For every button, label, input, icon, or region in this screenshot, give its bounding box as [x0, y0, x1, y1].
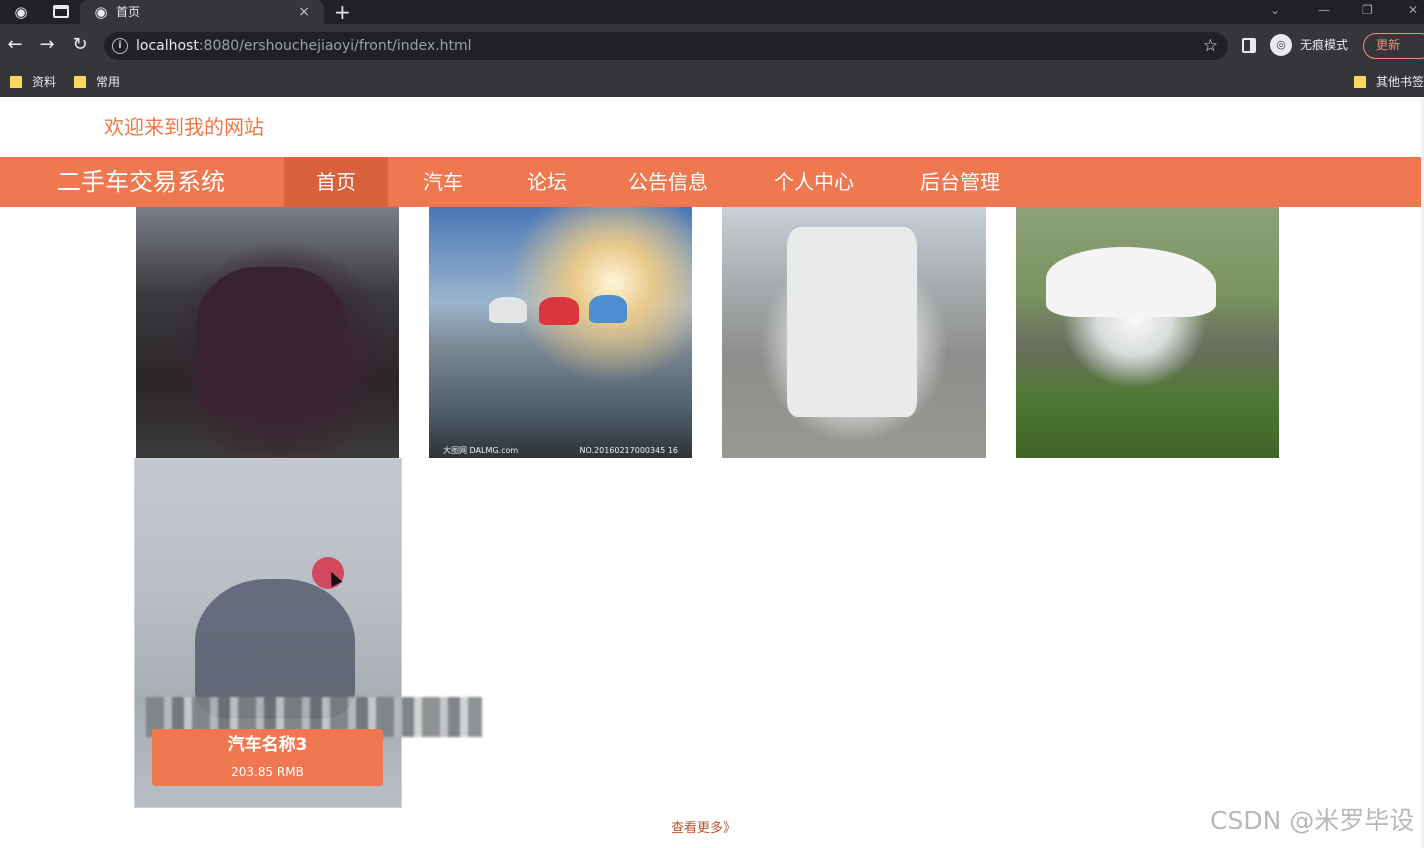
browser-toolbar: ← → ↻ i localhost:8080/ershouchejiaoyi/f…: [0, 24, 1424, 68]
car-image-card[interactable]: [1016, 207, 1279, 458]
car-price: 203.85 RMB: [231, 765, 304, 779]
address-bar[interactable]: i localhost:8080/ershouchejiaoyi/front/i…: [104, 32, 1228, 60]
incognito-icon: ◎: [1270, 34, 1292, 56]
update-button[interactable]: 更新: [1363, 33, 1424, 59]
info-icon[interactable]: i: [112, 38, 128, 54]
chevron-down-icon[interactable]: ⌄: [1270, 2, 1280, 18]
url-text[interactable]: localhost:8080/ershouchejiaoyi/front/ind…: [136, 37, 472, 55]
watermark: CSDN @米罗毕设: [1210, 806, 1415, 835]
globe-icon: ◉: [94, 3, 108, 21]
main-navbar: 二手车交易系统 首页 汽车 论坛 公告信息 个人中心 后台管理: [0, 157, 1421, 207]
globe-icon[interactable]: ◉: [12, 3, 30, 21]
forward-icon[interactable]: →: [36, 34, 58, 56]
car-image-card[interactable]: 大图网 DALMG.com NO.20160217000345 16: [429, 207, 692, 458]
new-tab-button[interactable]: +: [334, 1, 351, 23]
car-image-card[interactable]: [136, 207, 399, 458]
car-name: 汽车名称3: [227, 735, 308, 755]
car-info-box[interactable]: 汽车名称3 203.85 RMB: [152, 729, 383, 786]
back-icon[interactable]: ←: [4, 34, 26, 56]
car-image: [539, 297, 579, 325]
tab-strip: ◉ ◉ 首页 × + ⌄ — ❐ ✕: [0, 0, 1424, 24]
nav-item-home[interactable]: 首页: [284, 157, 388, 207]
bookmark-folder[interactable]: 资料: [10, 74, 56, 90]
web-page: 欢迎来到我的网站 二手车交易系统 首页 汽车 论坛 公告信息 个人中心 后台管理…: [0, 97, 1424, 848]
nav-item-announcements[interactable]: 公告信息: [614, 157, 722, 207]
folder-icon: [10, 76, 22, 88]
tab-home[interactable]: ◉ 首页 ×: [80, 0, 324, 24]
folder-icon: [1354, 76, 1366, 88]
tab-title: 首页: [116, 5, 141, 19]
bookmark-label: 资料: [32, 75, 57, 89]
close-window-icon[interactable]: ✕: [1408, 2, 1418, 18]
site-brand[interactable]: 二手车交易系统: [57, 166, 225, 198]
car-image: [196, 267, 346, 417]
minimize-icon[interactable]: —: [1318, 2, 1330, 18]
car-image-card[interactable]: [722, 207, 986, 458]
view-more-link[interactable]: 查看更多》: [671, 820, 736, 838]
car-image: [787, 227, 917, 417]
nav-item-cars[interactable]: 汽车: [400, 157, 486, 207]
image-caption: 大图网 DALMG.com: [443, 446, 519, 455]
side-panel-icon[interactable]: [1242, 38, 1256, 53]
welcome-text: 欢迎来到我的网站: [104, 115, 264, 139]
bookmark-folder-other[interactable]: 其他书签: [1354, 74, 1424, 90]
reload-icon[interactable]: ↻: [69, 34, 91, 56]
star-icon[interactable]: ☆: [1203, 35, 1218, 57]
car-image: [489, 297, 527, 323]
folder-icon: [74, 76, 86, 88]
close-icon[interactable]: ×: [298, 3, 310, 21]
car-image: [589, 295, 627, 323]
window-icon[interactable]: [53, 5, 69, 18]
bookmark-folder[interactable]: 常用: [74, 74, 120, 90]
incognito-label: 无痕模式: [1300, 38, 1349, 52]
url-path: :8080/ershouchejiaoyi/front/index.html: [198, 38, 472, 54]
image-caption: NO.20160217000345 16: [579, 446, 678, 455]
restore-icon[interactable]: ❐: [1362, 2, 1373, 18]
nav-item-admin[interactable]: 后台管理: [906, 157, 1014, 207]
bookmark-label: 其他书签: [1376, 75, 1424, 89]
nav-item-forum[interactable]: 论坛: [504, 157, 590, 207]
car-image: [1046, 247, 1216, 317]
url-host: localhost: [136, 38, 199, 54]
bookmark-label: 常用: [96, 75, 121, 89]
bookmarks-bar: 资料 常用 其他书签: [0, 68, 1424, 97]
nav-item-profile[interactable]: 个人中心: [760, 157, 868, 207]
